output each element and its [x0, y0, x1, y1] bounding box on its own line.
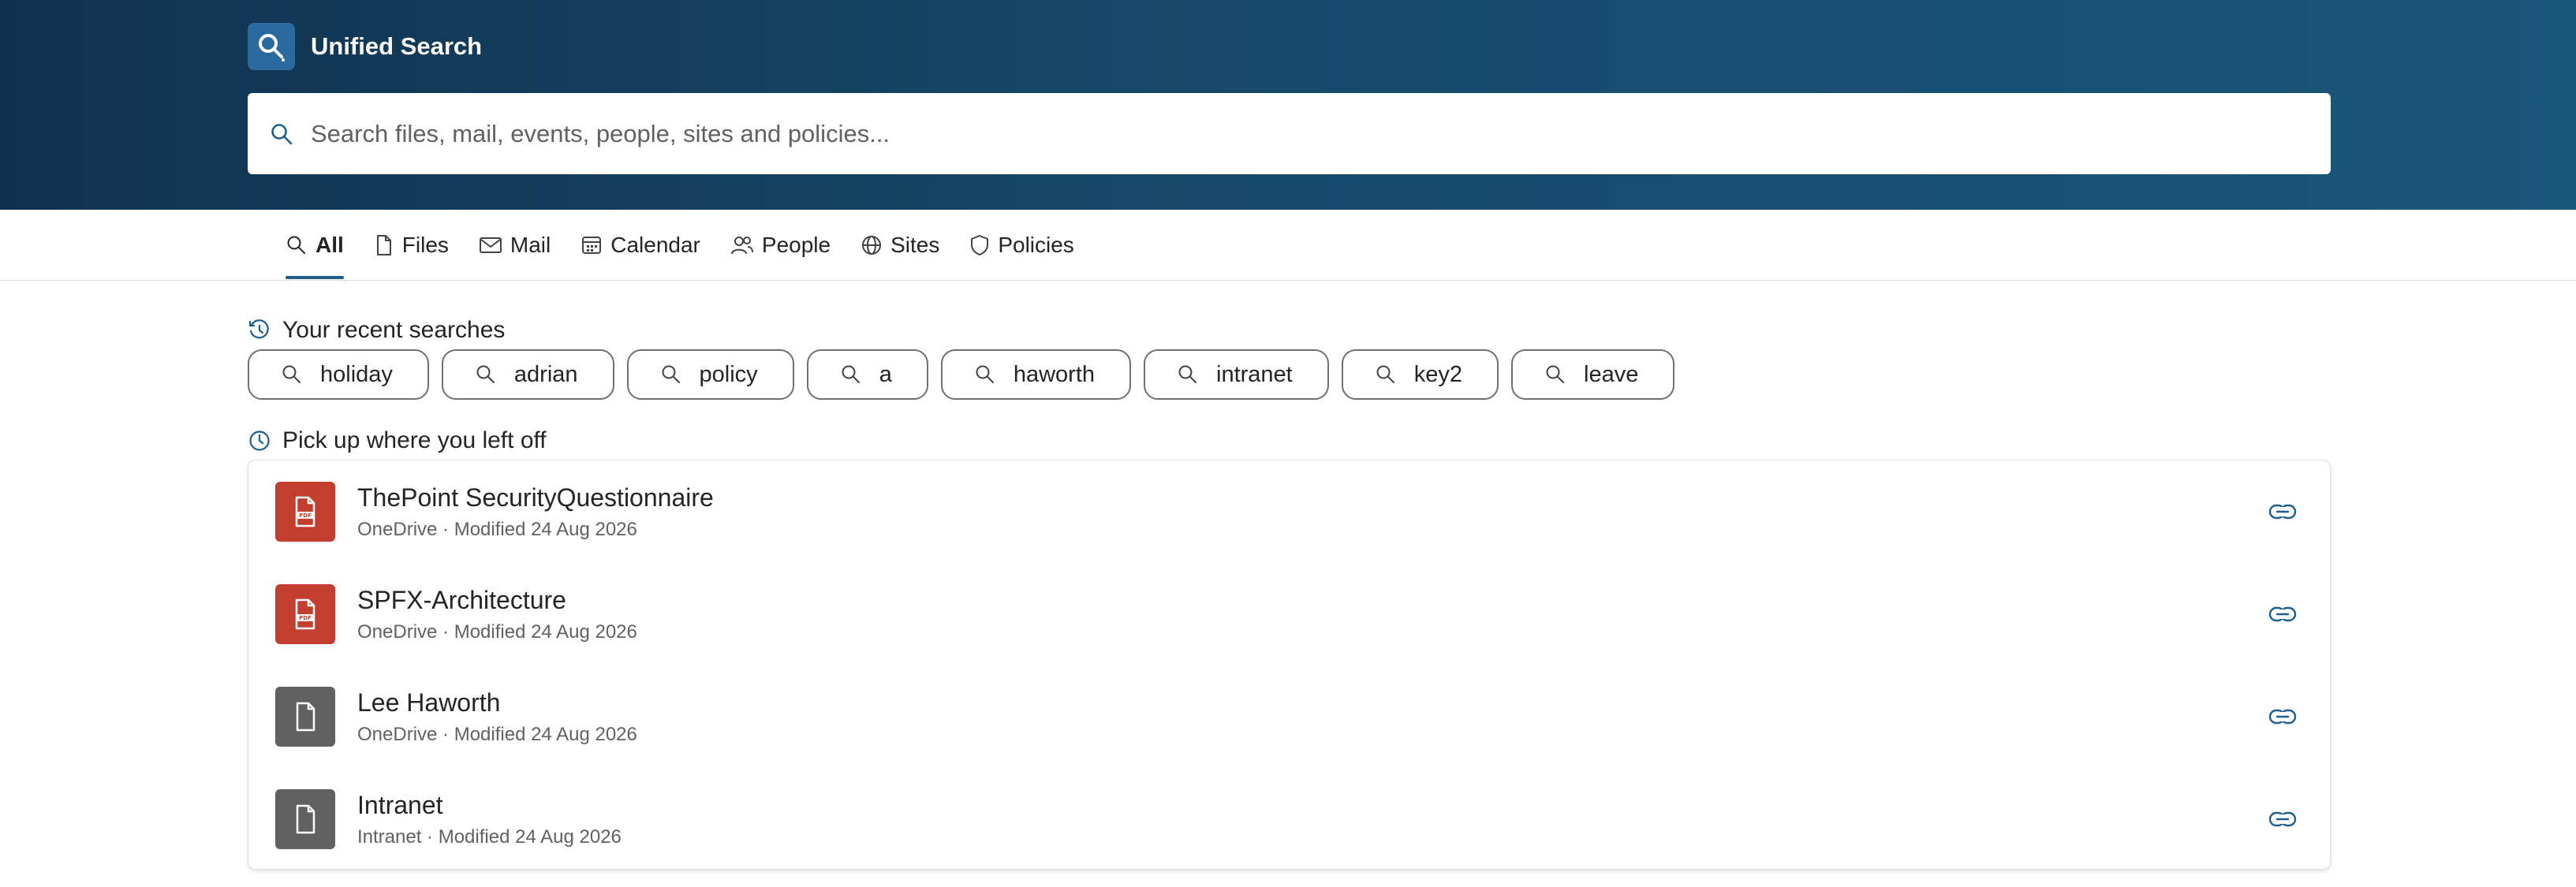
chip-label: a: [879, 361, 892, 387]
link-icon[interactable]: [2267, 496, 2298, 527]
section-title: Pick up where you left off: [282, 427, 547, 453]
recent-search-chip[interactable]: a: [806, 349, 928, 400]
tab-label: People: [761, 233, 831, 257]
tab-label: Calendar: [610, 233, 700, 257]
chip-label: policy: [699, 361, 758, 387]
recent-files-list: PDF ThePoint SecurityQuestionnaire OneDr…: [248, 460, 2331, 870]
document-file-icon: [275, 687, 335, 747]
tab-calendar[interactable]: Calendar: [581, 210, 700, 281]
recent-search-chip[interactable]: policy: [626, 349, 794, 400]
pdf-file-icon: PDF: [275, 584, 335, 644]
search-icon: [842, 365, 860, 383]
link-icon[interactable]: [2267, 701, 2298, 732]
tab-label: All: [315, 233, 344, 257]
search-icon: [1178, 365, 1197, 383]
link-icon[interactable]: [2267, 598, 2298, 630]
shield-icon: [971, 235, 989, 255]
file-meta: Intranet · Modified 24 Aug 2026: [357, 826, 622, 848]
search-icon: [270, 121, 297, 147]
recent-search-chip[interactable]: key2: [1341, 349, 1499, 400]
app-logo-search-icon: [248, 23, 295, 70]
tab-people[interactable]: People: [730, 210, 831, 281]
recent-search-chip[interactable]: intranet: [1144, 349, 1329, 400]
file-title: Lee Haworth: [357, 688, 501, 717]
list-item-text: Intranet Intranet · Modified 24 Aug 2026: [357, 789, 622, 849]
tab-label: Sites: [890, 233, 940, 257]
recent-search-chip[interactable]: adrian: [441, 349, 614, 400]
list-item-text: Lee Haworth OneDrive · Modified 24 Aug 2…: [357, 687, 637, 747]
search-icon: [976, 365, 994, 383]
search-icon: [662, 365, 680, 383]
header-band: Unified Search: [0, 0, 2576, 210]
people-icon: [730, 237, 753, 255]
search-input[interactable]: [311, 110, 2298, 158]
mail-icon: [479, 237, 502, 253]
tab-mail[interactable]: Mail: [479, 210, 551, 281]
recent-search-chip[interactable]: haworth: [940, 349, 1131, 400]
search-icon: [476, 365, 495, 383]
file-title: SPFX-Architecture: [357, 586, 566, 614]
tab-files[interactable]: Files: [374, 210, 449, 281]
search-icon: [282, 365, 301, 383]
app-title: Unified Search: [311, 32, 483, 60]
file-meta: OneDrive · Modified 24 Aug 2026: [357, 621, 637, 643]
list-item-text: ThePoint SecurityQuestionnaire OneDrive …: [357, 482, 714, 542]
tab-label: Policies: [998, 233, 1074, 257]
chip-label: adrian: [513, 361, 578, 387]
chip-label: intranet: [1216, 361, 1293, 387]
file-meta: OneDrive · Modified 24 Aug 2026: [357, 519, 637, 540]
calendar-icon: [582, 237, 602, 254]
tab-sites[interactable]: Sites: [861, 210, 939, 281]
tab-policies[interactable]: Policies: [969, 210, 1074, 281]
document-file-icon: [275, 789, 335, 849]
pdf-file-icon: PDF: [275, 482, 335, 542]
recent-searches-chips: holiday adrian policy a haworth intranet…: [248, 349, 1687, 400]
recent-searches-heading: Your recent searches: [248, 317, 505, 344]
pickup-heading: Pick up where you left off: [248, 427, 547, 454]
tab-label: Files: [401, 233, 449, 257]
chip-label: haworth: [1013, 361, 1095, 387]
chip-label: holiday: [320, 361, 393, 387]
search-icon: [287, 236, 305, 254]
chip-label: key2: [1413, 361, 1462, 387]
tab-list: All Files Mail Calendar People Sites Pol…: [286, 210, 1104, 281]
list-item[interactable]: Lee Haworth OneDrive · Modified 24 Aug 2…: [248, 665, 2330, 768]
chip-label: leave: [1584, 361, 1639, 387]
recent-search-chip[interactable]: leave: [1511, 349, 1675, 400]
list-item[interactable]: PDF SPFX-Architecture OneDrive · Modifie…: [248, 563, 2330, 665]
document-icon: [376, 235, 391, 255]
tab-label: Mail: [510, 233, 551, 257]
history-icon: [248, 319, 269, 339]
tab-all[interactable]: All: [286, 210, 344, 281]
svg-text:PDF: PDF: [299, 615, 312, 621]
search-icon: [1546, 365, 1564, 383]
list-item[interactable]: Intranet Intranet · Modified 24 Aug 2026: [248, 768, 2330, 870]
list-item[interactable]: PDF ThePoint SecurityQuestionnaire OneDr…: [248, 460, 2330, 563]
search-box[interactable]: [248, 93, 2331, 174]
clock-icon: [249, 430, 270, 451]
file-title: Intranet: [357, 791, 443, 819]
svg-text:PDF: PDF: [299, 512, 312, 519]
list-item-text: SPFX-Architecture OneDrive · Modified 24…: [357, 584, 637, 644]
globe-icon: [862, 236, 882, 255]
file-meta: OneDrive · Modified 24 Aug 2026: [357, 724, 637, 745]
brand: Unified Search: [248, 23, 482, 70]
recent-search-chip[interactable]: holiday: [248, 349, 429, 400]
link-icon[interactable]: [2267, 803, 2298, 835]
tabs-bar: All Files Mail Calendar People Sites Pol…: [0, 210, 2576, 281]
file-title: ThePoint SecurityQuestionnaire: [357, 483, 714, 512]
section-title: Your recent searches: [282, 317, 506, 343]
search-icon: [1376, 365, 1394, 383]
